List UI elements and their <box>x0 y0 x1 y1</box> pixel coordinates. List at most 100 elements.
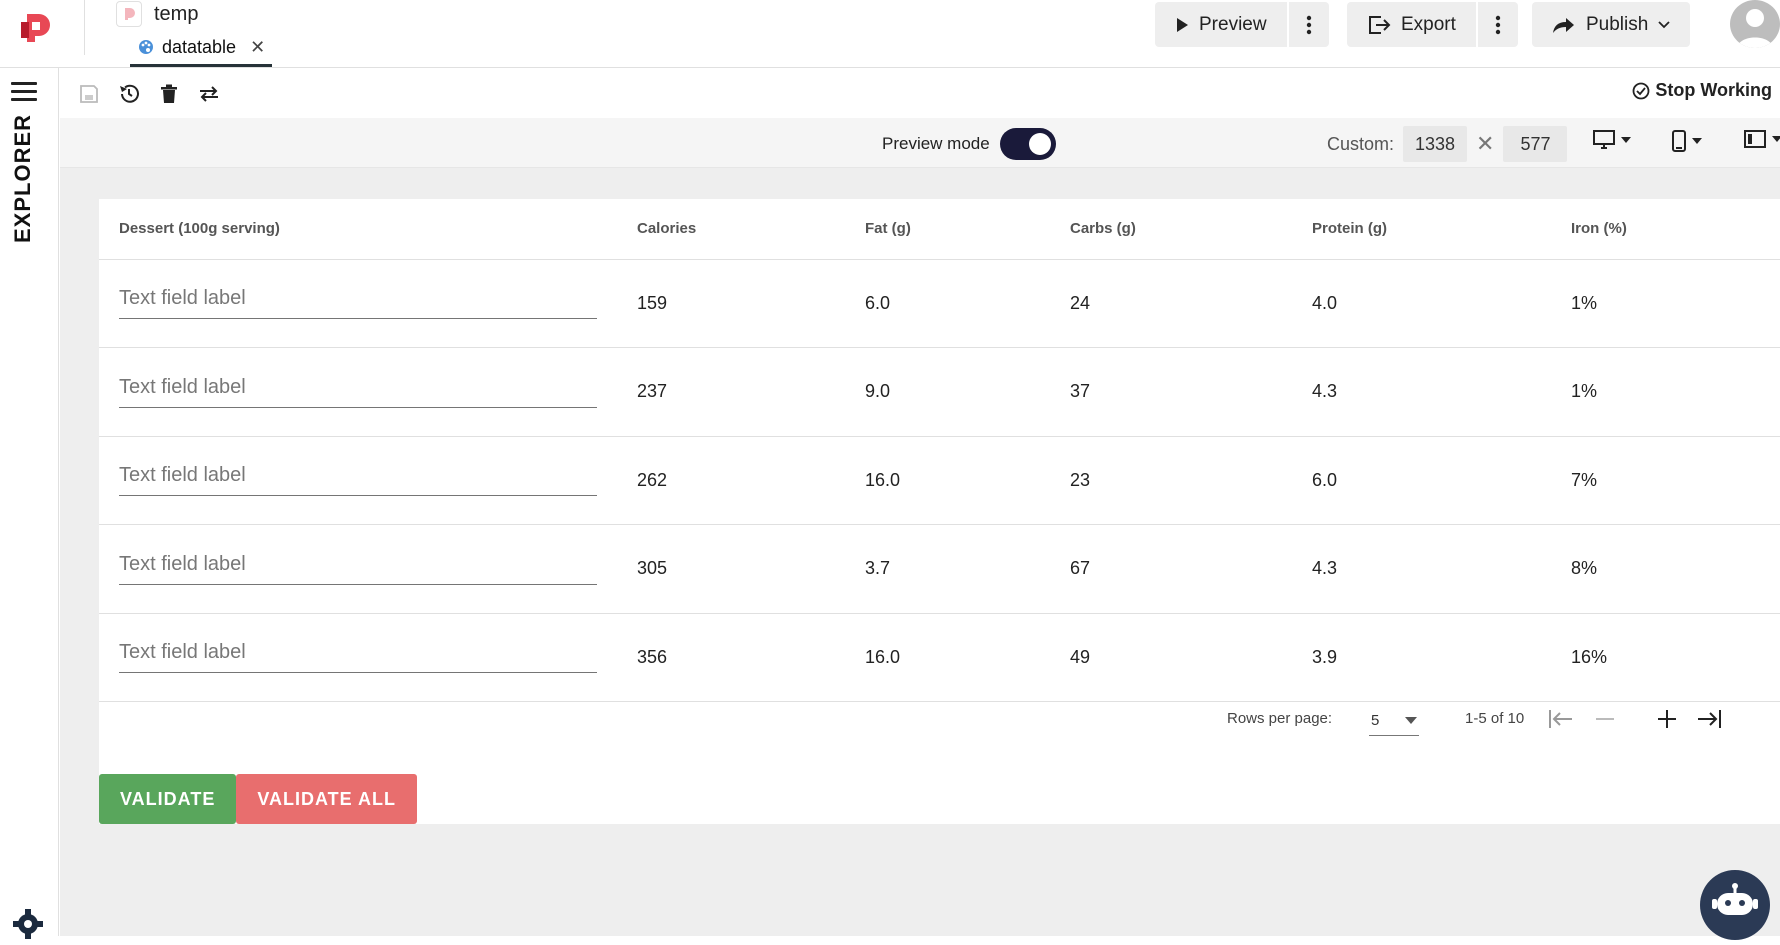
first-page-button[interactable] <box>1544 702 1578 736</box>
column-header-calories[interactable]: Calories <box>637 199 865 260</box>
dessert-cell: Text field label <box>99 436 637 525</box>
monitor-icon <box>1593 130 1615 149</box>
app-logo[interactable] <box>18 10 54 46</box>
frame-device-button[interactable] <box>1744 130 1780 148</box>
iron-cell: 8% <box>1571 524 1780 614</box>
validation-buttons: VALIDATE VALIDATE ALL <box>99 774 417 824</box>
project-name: temp <box>154 2 199 25</box>
iron-cell: 1% <box>1571 347 1780 437</box>
table-row: Text field label 305 3.7 67 4.3 8% <box>99 524 1780 614</box>
preview-label: Preview <box>1199 13 1267 35</box>
table-pagination: Rows per page: 5 1-5 of 10 <box>99 682 1780 757</box>
export-button[interactable]: Export <box>1347 2 1476 47</box>
save-icon[interactable] <box>77 82 101 106</box>
gear-icon[interactable] <box>12 908 44 940</box>
caret-down-icon <box>1692 138 1702 144</box>
dessert-text-field[interactable]: Text field label <box>119 287 597 320</box>
table-header-row: Dessert (100g serving) Calories Fat (g) … <box>99 199 1780 260</box>
first-page-icon <box>1549 710 1572 728</box>
last-page-icon <box>1698 710 1721 728</box>
dessert-text-field[interactable]: Text field label <box>119 641 597 674</box>
page-range-label: 1-5 of 10 <box>1465 710 1525 727</box>
fat-cell: 16.0 <box>865 436 1070 525</box>
play-icon <box>1177 17 1188 32</box>
fat-cell: 9.0 <box>865 347 1070 437</box>
more-vertical-icon <box>1495 15 1501 34</box>
data-table-panel: Dessert (100g serving) Calories Fat (g) … <box>99 199 1780 824</box>
tab-label: datatable <box>162 36 237 57</box>
data-table: Dessert (100g serving) Calories Fat (g) … <box>99 199 1780 702</box>
avatar[interactable] <box>1730 0 1780 48</box>
robot-icon <box>1712 883 1758 915</box>
column-header-iron[interactable]: Iron (%) <box>1571 199 1780 260</box>
desktop-device-button[interactable] <box>1593 130 1631 150</box>
preview-more-button[interactable] <box>1286 2 1329 47</box>
export-more-button[interactable] <box>1475 2 1518 47</box>
last-page-button[interactable] <box>1692 702 1726 736</box>
table-row: Text field label 262 16.0 23 6.0 7% <box>99 436 1780 525</box>
dessert-cell: Text field label <box>99 524 637 614</box>
tab-datatable[interactable]: datatable ✕ <box>130 30 272 67</box>
swap-icon[interactable] <box>197 82 221 106</box>
more-vertical-icon <box>1306 15 1311 34</box>
calories-cell: 159 <box>637 259 865 348</box>
mobile-device-button[interactable] <box>1672 130 1702 152</box>
export-icon <box>1369 15 1391 34</box>
dessert-text-field[interactable]: Text field label <box>119 464 597 497</box>
dessert-text-field[interactable]: Text field label <box>119 553 597 585</box>
close-icon[interactable]: ✕ <box>250 37 265 58</box>
validate-button[interactable]: VALIDATE <box>99 774 237 824</box>
width-input[interactable]: 1338 <box>1403 126 1468 162</box>
topbar-divider <box>84 0 85 55</box>
column-header-carbs[interactable]: Carbs (g) <box>1070 199 1312 260</box>
calories-cell: 262 <box>637 436 865 525</box>
export-label: Export <box>1401 13 1456 35</box>
chatbot-button[interactable] <box>1700 870 1770 940</box>
rows-per-page-select[interactable]: 5 <box>1369 706 1419 736</box>
next-page-button[interactable] <box>1650 702 1684 736</box>
carbs-cell: 37 <box>1070 347 1312 437</box>
calories-cell: 237 <box>637 347 865 437</box>
publish-button[interactable]: Publish <box>1532 2 1690 47</box>
history-icon[interactable] <box>117 82 141 106</box>
dessert-cell: Text field label <box>99 347 637 437</box>
chevron-down-icon <box>1658 20 1670 28</box>
carbs-cell: 24 <box>1070 259 1312 348</box>
stop-working-label: Stop Working <box>1655 80 1772 100</box>
stop-working-button[interactable]: Stop Working <box>1632 80 1772 101</box>
preview-mode-label: Preview mode <box>882 134 990 153</box>
publish-label: Publish <box>1586 13 1649 35</box>
left-rail: EXPLORER <box>0 68 59 939</box>
carbs-cell: 67 <box>1070 524 1312 614</box>
project-title[interactable]: temp <box>116 0 198 28</box>
share-arrow-icon <box>1553 17 1574 33</box>
column-header-dessert[interactable]: Dessert (100g serving) <box>99 199 637 260</box>
top-bar: temp datatable ✕ Preview Export Publish <box>0 0 1780 68</box>
menu-icon[interactable] <box>11 82 37 102</box>
preview-button[interactable]: Preview <box>1155 2 1287 47</box>
carbs-cell: 23 <box>1070 436 1312 525</box>
iron-cell: 7% <box>1571 436 1780 525</box>
caret-down-icon <box>1405 717 1417 724</box>
project-icon <box>116 1 142 27</box>
table-row: Text field label 159 6.0 24 4.0 1% <box>99 259 1780 348</box>
preview-mode-bar: Preview mode Custom: 1338 ✕ 577 <box>60 118 1780 168</box>
previous-page-button[interactable] <box>1588 702 1622 736</box>
dessert-text-field[interactable]: Text field label <box>119 376 597 408</box>
custom-label: Custom: <box>1327 133 1395 154</box>
explorer-label[interactable]: EXPLORER <box>10 114 36 243</box>
caret-down-icon <box>1621 137 1631 143</box>
minus-icon <box>1596 718 1614 720</box>
check-circle-icon <box>1632 82 1650 99</box>
height-input[interactable]: 577 <box>1503 126 1568 162</box>
delete-icon[interactable] <box>157 82 181 106</box>
protein-cell: 4.3 <box>1312 347 1571 437</box>
plus-icon <box>1658 710 1676 728</box>
column-header-protein[interactable]: Protein (g) <box>1312 199 1571 260</box>
caret-down-icon <box>1772 136 1780 142</box>
column-header-fat[interactable]: Fat (g) <box>865 199 1070 260</box>
iron-cell: 1% <box>1571 259 1780 348</box>
validate-all-button[interactable]: VALIDATE ALL <box>236 774 417 824</box>
preview-button-group: Preview <box>1155 2 1329 47</box>
preview-mode-toggle[interactable] <box>999 128 1056 160</box>
